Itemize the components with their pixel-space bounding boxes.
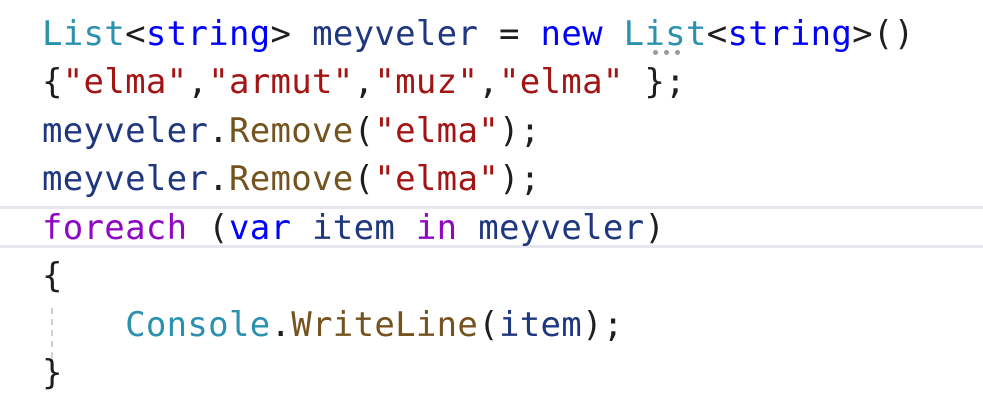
token-punct: > <box>270 14 292 54</box>
token-punct: { <box>42 62 63 102</box>
token-identifier: meyveler <box>42 159 209 199</box>
token-string: "elma" <box>374 159 499 199</box>
token-punct: }; <box>623 62 686 102</box>
token-punct: { <box>42 256 63 296</box>
token-punct: . <box>270 305 292 345</box>
token-punct: ); <box>498 111 541 151</box>
token-type: List <box>623 14 707 54</box>
token-punct: < <box>125 14 146 54</box>
token-string: "elma" <box>62 62 188 102</box>
token-control-keyword: foreach <box>42 208 188 248</box>
code-editor[interactable]: List<string> meyveler = new List<string>… <box>0 0 983 401</box>
token-method: Remove <box>228 159 354 199</box>
token-punct: , <box>478 62 499 102</box>
token-keyword: new <box>540 14 603 54</box>
token-string: "armut" <box>208 62 354 102</box>
token-punct: ( <box>353 111 375 151</box>
code-line-2[interactable]: {"elma","armut","muz","elma" }; <box>42 58 686 106</box>
token-punct: > <box>852 14 873 54</box>
code-line-3[interactable]: meyveler.Remove("elma"); <box>42 107 541 155</box>
token-punct: } <box>42 353 63 393</box>
code-line-6[interactable]: { <box>42 252 63 300</box>
token-punct: ( <box>187 208 229 248</box>
token-identifier: meyveler <box>42 111 209 151</box>
token-keyword: var <box>228 208 292 248</box>
code-line-7[interactable]: Console.WriteLine(item); <box>42 301 624 349</box>
token-punct: , <box>353 62 375 102</box>
token-control-keyword: in <box>415 208 458 248</box>
token-punct: ); <box>498 159 541 199</box>
token-operator: = <box>478 14 541 54</box>
token-identifier: meyveler <box>312 14 479 54</box>
token-type: Console <box>125 305 271 345</box>
token-punct: ); <box>582 305 624 345</box>
token-punct: . <box>208 111 229 151</box>
token-keyword: string <box>727 14 853 54</box>
token-punct: ( <box>478 305 499 345</box>
token-punct: , <box>187 62 209 102</box>
token-identifier: meyveler <box>478 208 645 248</box>
token-keyword: string <box>145 14 271 54</box>
token-punct: () <box>872 14 915 54</box>
token-punct: ( <box>353 159 375 199</box>
token-type: List <box>42 14 126 54</box>
token-punct: < <box>706 14 728 54</box>
token-string: "muz" <box>374 62 479 102</box>
token-string: "elma" <box>374 111 499 151</box>
token-string: "elma" <box>499 62 624 102</box>
code-line-4[interactable]: meyveler.Remove("elma"); <box>42 155 541 203</box>
code-line-5[interactable]: foreach (var item in meyveler) <box>42 204 665 252</box>
token-punct: . <box>208 159 229 199</box>
token-method: Remove <box>228 111 354 151</box>
code-line-8[interactable]: } <box>42 349 63 397</box>
token-identifier: item <box>498 305 583 345</box>
code-line-1[interactable]: List<string> meyveler = new List<string>… <box>42 10 914 58</box>
token-method: WriteLine <box>291 305 479 345</box>
token-punct: ) <box>644 208 666 248</box>
token-identifier: item <box>312 208 396 248</box>
